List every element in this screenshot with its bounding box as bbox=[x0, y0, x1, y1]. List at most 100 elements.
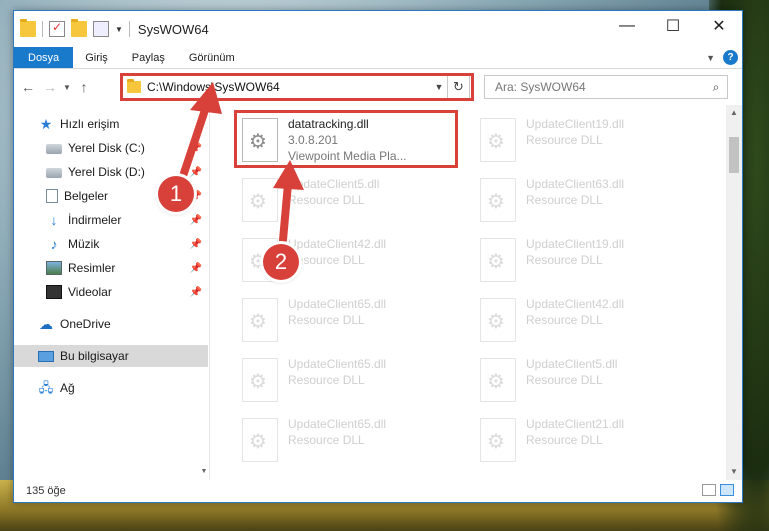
nav-label: OneDrive bbox=[60, 317, 111, 331]
address-dropdown-icon[interactable]: ▼ bbox=[431, 82, 447, 92]
dll-file-icon bbox=[480, 178, 516, 222]
file-name: UpdateClient19.dll bbox=[526, 117, 625, 131]
toolbar-separator bbox=[42, 21, 43, 37]
file-tile[interactable]: UpdateClient5.dll Resource DLL bbox=[474, 352, 696, 408]
file-meta: UpdateClient19.dll Resource DLL bbox=[526, 112, 624, 148]
file-tile[interactable]: UpdateClient19.dll Resource DLL bbox=[474, 232, 696, 288]
file-tile[interactable]: UpdateClient5.dll Resource DLL bbox=[236, 172, 458, 228]
file-tile[interactable]: UpdateClient42.dll Resource DLL bbox=[474, 292, 696, 348]
file-list: datatracking.dll 3.0.8.201 Viewpoint Med… bbox=[210, 105, 742, 480]
nav-scrollbar[interactable]: ▲ ▼ bbox=[199, 105, 209, 480]
scroll-up-arrow-icon[interactable]: ▲ bbox=[199, 105, 209, 121]
dll-file-icon bbox=[242, 298, 278, 342]
file-tile[interactable]: datatracking.dll 3.0.8.201 Viewpoint Med… bbox=[236, 112, 458, 168]
drive-icon bbox=[46, 168, 62, 178]
tab-home[interactable]: Giriş bbox=[73, 47, 120, 68]
scroll-down-arrow-icon[interactable]: ▼ bbox=[726, 464, 742, 480]
file-description: Resource DLL bbox=[526, 133, 603, 147]
folder-icon bbox=[20, 19, 36, 37]
address-row: ← → ▼ ↑ C:\Windows\SysWOW64 ▼ ↻ Ara: Sys… bbox=[14, 69, 742, 105]
close-button[interactable]: ✕ bbox=[696, 11, 742, 41]
up-arrow-icon[interactable]: ↑ bbox=[74, 76, 94, 98]
nav-item-network[interactable]: 🖧 Ağ bbox=[14, 377, 208, 399]
network-icon: 🖧 bbox=[38, 380, 54, 395]
rename-icon[interactable] bbox=[93, 21, 109, 37]
dll-file-icon bbox=[242, 178, 278, 222]
pictures-icon bbox=[46, 261, 62, 275]
file-meta: datatracking.dll 3.0.8.201 Viewpoint Med… bbox=[288, 112, 407, 164]
file-tile[interactable]: UpdateClient65.dll Resource DLL bbox=[236, 352, 458, 408]
properties-icon[interactable] bbox=[49, 20, 65, 37]
nav-label: Hızlı erişim bbox=[60, 117, 120, 131]
file-description: Resource DLL bbox=[526, 313, 603, 327]
tab-file[interactable]: Dosya bbox=[14, 47, 74, 68]
file-meta: UpdateClient65.dll Resource DLL bbox=[288, 412, 386, 448]
file-meta: UpdateClient42.dll Resource DLL bbox=[526, 292, 624, 328]
nav-item-onedrive[interactable]: ☁ OneDrive bbox=[14, 313, 208, 335]
file-description: Resource DLL bbox=[526, 373, 603, 387]
nav-item-pictures[interactable]: Resimler 📌 bbox=[14, 257, 208, 279]
scroll-down-arrow-icon[interactable]: ▼ bbox=[199, 464, 209, 480]
status-bar: 135 öğe bbox=[14, 480, 742, 502]
search-box[interactable]: Ara: SysWOW64 ⌕ bbox=[484, 75, 728, 99]
nav-item-music[interactable]: ♪ Müzik 📌 bbox=[14, 233, 208, 255]
toolbar-separator bbox=[128, 21, 130, 37]
tiles-view-icon[interactable] bbox=[720, 484, 734, 496]
tab-view[interactable]: Görünüm bbox=[177, 47, 247, 68]
recent-locations-dropdown-icon[interactable]: ▼ bbox=[62, 83, 72, 92]
ribbon-controls: ▼ ? bbox=[706, 50, 738, 65]
search-input[interactable]: Ara: SysWOW64 bbox=[495, 80, 705, 94]
nav-item-downloads[interactable]: ↓ İndirmeler 📌 bbox=[14, 209, 208, 231]
customize-toolbar-arrow-icon[interactable]: ▼ bbox=[115, 25, 123, 34]
view-switcher bbox=[702, 484, 734, 496]
file-meta: UpdateClient5.dll Resource DLL bbox=[288, 172, 379, 208]
file-tile[interactable]: UpdateClient63.dll Resource DLL bbox=[474, 172, 696, 228]
file-name: UpdateClient65.dll bbox=[288, 297, 387, 311]
file-meta: UpdateClient63.dll Resource DLL bbox=[526, 172, 624, 208]
documents-icon bbox=[46, 189, 58, 203]
item-count: 135 öğe bbox=[26, 485, 66, 497]
file-tile[interactable]: UpdateClient19.dll Resource DLL bbox=[474, 112, 696, 168]
search-icon[interactable]: ⌕ bbox=[705, 80, 727, 95]
scroll-up-arrow-icon[interactable]: ▲ bbox=[726, 105, 742, 121]
dll-file-icon bbox=[242, 118, 278, 162]
file-list-scrollbar[interactable]: ▲ ▼ bbox=[726, 105, 742, 480]
file-description: Resource DLL bbox=[526, 193, 603, 207]
file-tile[interactable]: UpdateClient65.dll Resource DLL bbox=[236, 292, 458, 348]
file-name: UpdateClient65.dll bbox=[288, 417, 387, 431]
file-name: UpdateClient42.dll bbox=[288, 237, 387, 251]
window-controls: — ☐ ✕ bbox=[604, 11, 742, 41]
file-description: Resource DLL bbox=[526, 433, 603, 447]
refresh-icon[interactable]: ↻ bbox=[447, 75, 469, 99]
back-arrow-icon[interactable]: ← bbox=[18, 76, 38, 98]
step-2-badge: 2 bbox=[263, 244, 299, 280]
nav-item-videos[interactable]: Videolar 📌 bbox=[14, 281, 208, 303]
nav-item-this-pc[interactable]: Bu bilgisayar bbox=[14, 345, 208, 367]
file-description: Resource DLL bbox=[288, 193, 365, 207]
folder-icon bbox=[127, 79, 141, 93]
file-description: Resource DLL bbox=[526, 253, 603, 267]
minimize-button[interactable]: — bbox=[604, 11, 650, 41]
cloud-icon: ☁ bbox=[39, 316, 53, 332]
nav-label: Videolar bbox=[68, 285, 112, 299]
videos-icon bbox=[46, 285, 62, 299]
new-folder-icon[interactable] bbox=[71, 19, 87, 37]
details-view-icon[interactable] bbox=[702, 484, 716, 496]
file-description: Resource DLL bbox=[288, 313, 365, 327]
file-name: UpdateClient65.dll bbox=[288, 357, 387, 371]
nav-item-local-disk-c[interactable]: Yerel Disk (C:) 📌 bbox=[14, 137, 208, 159]
dll-file-icon bbox=[242, 418, 278, 462]
file-tile[interactable]: UpdateClient21.dll Resource DLL bbox=[474, 412, 696, 468]
nav-item-quick-access[interactable]: ★ Hızlı erişim bbox=[14, 113, 208, 135]
help-icon[interactable]: ? bbox=[723, 50, 738, 65]
file-description: Resource DLL bbox=[288, 253, 365, 267]
ribbon-tabs: Dosya Giriş Paylaş Görünüm ▼ ? bbox=[14, 47, 742, 69]
address-path[interactable]: C:\Windows\SysWOW64 bbox=[147, 80, 431, 94]
address-bar[interactable]: C:\Windows\SysWOW64 ▼ ↻ bbox=[120, 74, 470, 100]
forward-arrow-icon[interactable]: → bbox=[40, 76, 60, 98]
scroll-thumb[interactable] bbox=[729, 137, 739, 173]
file-tile[interactable]: UpdateClient65.dll Resource DLL bbox=[236, 412, 458, 468]
maximize-button[interactable]: ☐ bbox=[650, 11, 696, 41]
expand-ribbon-chevron-icon[interactable]: ▼ bbox=[706, 53, 715, 63]
tab-share[interactable]: Paylaş bbox=[120, 47, 177, 68]
